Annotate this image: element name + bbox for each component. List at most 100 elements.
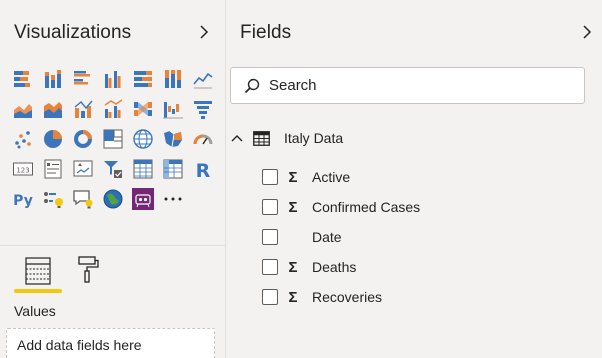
sigma-icon: Σ: [288, 258, 298, 276]
paint-roller-icon[interactable]: [70, 253, 104, 287]
visual-tile[interactable]: [38, 184, 68, 214]
100-stacked-column-chart-icon: [165, 70, 181, 88]
field-item[interactable]: Date: [262, 226, 342, 248]
table-name: Italy Data: [284, 130, 344, 146]
r-visual-icon: R: [196, 160, 211, 180]
line-and-stacked-column-chart-icon: [74, 100, 93, 118]
search-icon: [244, 78, 260, 93]
visual-tile[interactable]: [68, 154, 98, 184]
pie-chart-icon: [44, 130, 62, 148]
field-item[interactable]: Σ Confirmed Cases: [262, 196, 420, 218]
visual-tile[interactable]: [128, 94, 158, 124]
ribbon-chart-icon: [134, 102, 152, 116]
visual-tile[interactable]: [98, 94, 128, 124]
visual-tile[interactable]: [98, 184, 128, 214]
sigma-icon: Σ: [288, 168, 298, 186]
visual-tile[interactable]: [158, 94, 188, 124]
custom-visual-icon: [132, 188, 154, 210]
svg-text:R: R: [196, 160, 211, 180]
visual-tile[interactable]: [158, 154, 188, 184]
waterfall-chart-icon: [163, 102, 183, 119]
visual-tile[interactable]: [158, 124, 188, 154]
clustered-bar-chart-icon: [74, 71, 90, 85]
visual-tile[interactable]: [38, 94, 68, 124]
table-icon: [253, 130, 270, 146]
card-icon: 123: [13, 162, 33, 176]
visual-tile[interactable]: [8, 64, 38, 94]
slicer-icon: [104, 161, 122, 178]
field-checkbox[interactable]: [262, 169, 278, 185]
visual-tile[interactable]: [98, 154, 128, 184]
visual-gallery: 123 R Py: [8, 64, 218, 214]
sigma-icon: Σ: [288, 198, 298, 216]
stacked-column-chart-icon: [45, 70, 61, 88]
visual-tile[interactable]: [98, 124, 128, 154]
area-chart-icon: [14, 104, 32, 118]
visual-tile[interactable]: [158, 64, 188, 94]
line-and-clustered-column-chart-icon: [104, 99, 123, 118]
map-icon: [133, 129, 153, 149]
visualizations-title: Visualizations: [14, 22, 132, 43]
kpi-icon: [73, 160, 93, 177]
field-name: Date: [312, 229, 342, 245]
chevron-right-icon[interactable]: [195, 23, 213, 41]
qna-icon: [73, 190, 93, 209]
field-item[interactable]: Σ Recoveries: [262, 286, 382, 308]
visual-tile[interactable]: [68, 94, 98, 124]
table-icon: [133, 159, 153, 179]
field-checkbox[interactable]: [262, 289, 278, 305]
python-visual-icon: Py: [13, 193, 33, 209]
search-input[interactable]: [269, 77, 559, 94]
stacked-area-chart-icon: [44, 102, 62, 118]
search-box[interactable]: [230, 67, 585, 104]
sigma-icon: Σ: [288, 288, 298, 306]
visual-tile[interactable]: [8, 124, 38, 154]
divider: [0, 245, 225, 246]
visual-tile[interactable]: [98, 64, 128, 94]
values-drop-zone[interactable]: Add data fields here: [6, 328, 215, 358]
svg-text:123: 123: [16, 167, 29, 175]
visual-tile[interactable]: [8, 94, 38, 124]
line-chart-icon: [193, 72, 213, 89]
field-checkbox[interactable]: [262, 229, 278, 245]
svg-text:Py: Py: [13, 193, 33, 209]
visual-tile[interactable]: [188, 94, 218, 124]
chevron-right-icon[interactable]: [578, 23, 596, 41]
field-name: Deaths: [312, 259, 357, 275]
visual-tile[interactable]: [188, 64, 218, 94]
visual-tile[interactable]: [38, 64, 68, 94]
visual-tile[interactable]: [68, 124, 98, 154]
visual-tile[interactable]: [68, 184, 98, 214]
visual-tile[interactable]: R: [188, 154, 218, 184]
donut-chart-icon: [74, 130, 92, 148]
matrix-icon: [163, 159, 183, 179]
field-item[interactable]: Σ Deaths: [262, 256, 356, 278]
chevron-up-icon[interactable]: [230, 131, 244, 145]
field-checkbox[interactable]: [262, 259, 278, 275]
visual-tile[interactable]: [158, 184, 188, 214]
active-tab-indicator: [14, 289, 62, 293]
field-name: Recoveries: [312, 289, 383, 305]
arcgis-map-icon: [103, 189, 123, 209]
visual-tile[interactable]: [128, 124, 158, 154]
field-name: Active: [312, 169, 351, 185]
visual-tile[interactable]: [38, 154, 68, 184]
more-visuals-icon: [164, 197, 182, 201]
multi-row-card-icon: [44, 159, 62, 179]
visual-tile[interactable]: [128, 64, 158, 94]
field-checkbox[interactable]: [262, 199, 278, 215]
visualizations-pane: Visualizations 123 R Py Values Add data fi…: [0, 0, 225, 358]
visual-tile[interactable]: [68, 64, 98, 94]
visual-tile[interactable]: Py: [8, 184, 38, 214]
visual-tile[interactable]: 123: [8, 154, 38, 184]
key-influencers-icon: [44, 192, 63, 208]
funnel-chart-icon: [194, 101, 212, 119]
visual-tile[interactable]: [128, 184, 158, 214]
visual-tile[interactable]: [38, 124, 68, 154]
table-node-italy-data[interactable]: Italy Data: [228, 126, 343, 150]
gauge-icon: [193, 134, 213, 145]
values-well-label: Values: [14, 303, 56, 319]
field-item[interactable]: Σ Active: [262, 166, 350, 188]
visual-tile[interactable]: [128, 154, 158, 184]
visual-tile[interactable]: [188, 124, 218, 154]
